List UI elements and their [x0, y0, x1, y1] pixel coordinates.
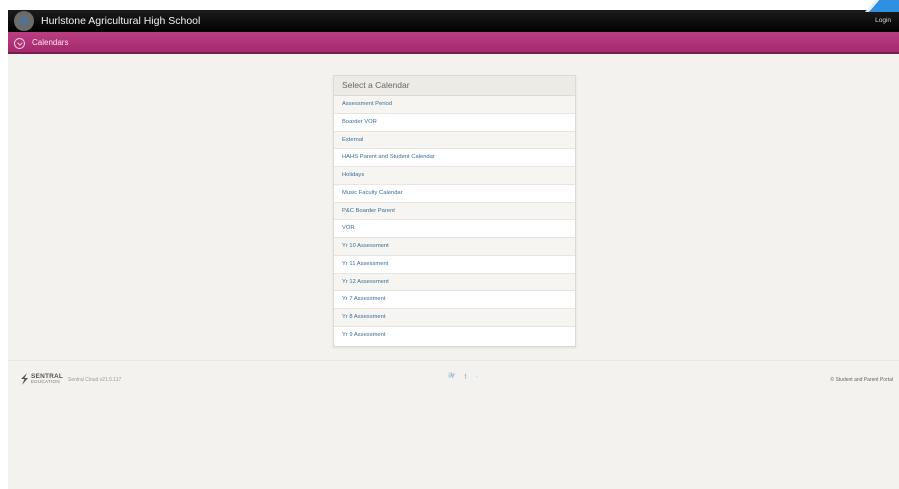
calendar-item-music-faculty[interactable]: Music Faculty Calendar — [334, 185, 575, 203]
version-text: Sentral Cloud v21.5.117 — [68, 377, 122, 383]
facebook-icon[interactable]: f — [464, 374, 466, 381]
section-title: Calendars — [32, 38, 69, 47]
calendar-item-yr9-assessment[interactable]: Yr 9 Assessment — [334, 327, 575, 345]
calendar-item-yr8-assessment[interactable]: Yr 8 Assessment — [334, 309, 575, 327]
sentral-logo-icon — [21, 373, 28, 385]
brand-sub: EDUCATION — [31, 379, 60, 384]
social-links: 𝓦 f ● — [448, 373, 478, 381]
calendar-item-assessment-period[interactable]: Assessment Period — [334, 96, 575, 114]
sentral-brand[interactable]: SENTRAL EDUCATION — [20, 373, 63, 385]
calendar-item-vor[interactable]: VOR — [334, 220, 575, 239]
portal-label: © Student and Parent Portal — [830, 377, 893, 383]
section-bar: Calendars — [8, 32, 899, 54]
sentral-logo-icon — [20, 14, 28, 28]
calendar-item-external[interactable]: External — [334, 131, 575, 150]
chevron-down-icon[interactable] — [14, 38, 25, 49]
calendar-item-yr7-assessment[interactable]: Yr 7 Assessment — [334, 291, 575, 310]
twitter-icon[interactable]: 𝓦 — [448, 373, 455, 381]
calendar-list: Assessment Period Boarder VOR External H… — [334, 96, 575, 345]
calendar-item-hahs-parent-student[interactable]: HAHS Parent and Student Calendar — [334, 149, 575, 168]
calendar-item-holidays[interactable]: Holidays — [334, 167, 575, 185]
page: Hurlstone Agricultural High School Login… — [8, 10, 899, 489]
top-bar: Hurlstone Agricultural High School Login — [8, 10, 899, 32]
calendar-item-boarder-vor[interactable]: Boarder VOR — [334, 114, 575, 132]
school-logo[interactable] — [14, 11, 34, 31]
school-name: Hurlstone Agricultural High School — [41, 15, 201, 27]
calendar-select-panel: Select a Calendar Assessment Period Boar… — [333, 75, 576, 347]
calendar-item-yr11-assessment[interactable]: Yr 11 Assessment — [334, 256, 575, 274]
calendar-item-pc-boarder-parent[interactable]: P&C Boarder Parent — [334, 202, 575, 221]
more-icon[interactable]: ● — [475, 374, 478, 380]
footer: SENTRAL EDUCATION Sentral Cloud v21.5.11… — [8, 360, 899, 390]
calendar-item-yr10-assessment[interactable]: Yr 10 Assessment — [334, 238, 575, 256]
calendar-item-yr12-assessment[interactable]: Yr 12 Assessment — [334, 273, 575, 292]
panel-title: Select a Calendar — [334, 76, 575, 96]
login-link[interactable]: Login — [875, 17, 891, 24]
